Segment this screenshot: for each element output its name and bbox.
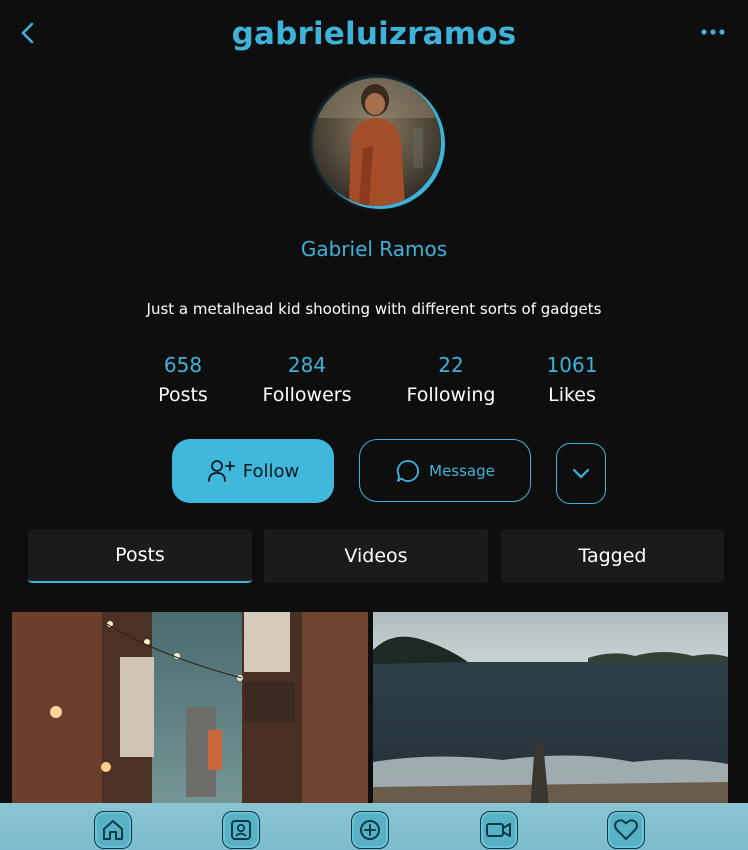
- message-button[interactable]: Message: [359, 439, 531, 502]
- stat-likes[interactable]: 1061 Likes: [532, 352, 612, 410]
- profile-username: gabrieluizramos: [231, 16, 517, 52]
- tab-posts[interactable]: Posts: [28, 529, 252, 583]
- avatar[interactable]: [313, 78, 441, 206]
- video-icon: [486, 823, 511, 837]
- profile-bio: Just a metalhead kid shooting with diffe…: [146, 300, 602, 318]
- heart-icon: [614, 819, 638, 840]
- avatar-image: [313, 78, 441, 206]
- more-options-button[interactable]: [700, 24, 726, 40]
- stat-posts-label: Posts: [158, 384, 208, 406]
- expand-options-button[interactable]: [556, 443, 606, 504]
- message-button-label: Message: [429, 461, 495, 480]
- tab-tagged[interactable]: Tagged: [501, 529, 724, 583]
- nav-likes-button[interactable]: [607, 811, 645, 849]
- stat-followers-value: 284: [287, 353, 327, 377]
- profile-header: gabrieluizramos: [0, 0, 748, 72]
- bottom-navigation: [0, 803, 748, 850]
- tab-videos[interactable]: Videos: [264, 529, 488, 583]
- stat-following-value: 22: [438, 353, 464, 377]
- nav-home-button[interactable]: [94, 811, 132, 849]
- nav-profile-button[interactable]: [222, 811, 260, 849]
- chevron-down-icon: [572, 468, 590, 478]
- follow-button[interactable]: Follow: [172, 439, 334, 503]
- home-icon: [103, 820, 123, 840]
- stat-posts[interactable]: 658 Posts: [143, 352, 223, 410]
- nav-video-button[interactable]: [480, 811, 518, 849]
- stat-likes-value: 1061: [546, 353, 598, 377]
- display-name: Gabriel Ramos: [300, 237, 448, 261]
- nav-add-button[interactable]: [351, 811, 389, 849]
- add-icon: [360, 820, 380, 840]
- chat-bubble-icon: [396, 459, 420, 482]
- stat-following[interactable]: 22 Following: [395, 352, 507, 410]
- follow-button-label: Follow: [242, 460, 300, 482]
- profile-icon: [231, 820, 251, 840]
- stat-posts-value: 658: [163, 353, 203, 377]
- ellipsis-icon: [701, 29, 725, 35]
- stat-following-label: Following: [406, 384, 496, 406]
- stat-followers-label: Followers: [262, 384, 352, 406]
- user-plus-icon: [207, 460, 235, 482]
- stat-likes-label: Likes: [548, 384, 596, 406]
- stat-followers[interactable]: 284 Followers: [251, 352, 363, 410]
